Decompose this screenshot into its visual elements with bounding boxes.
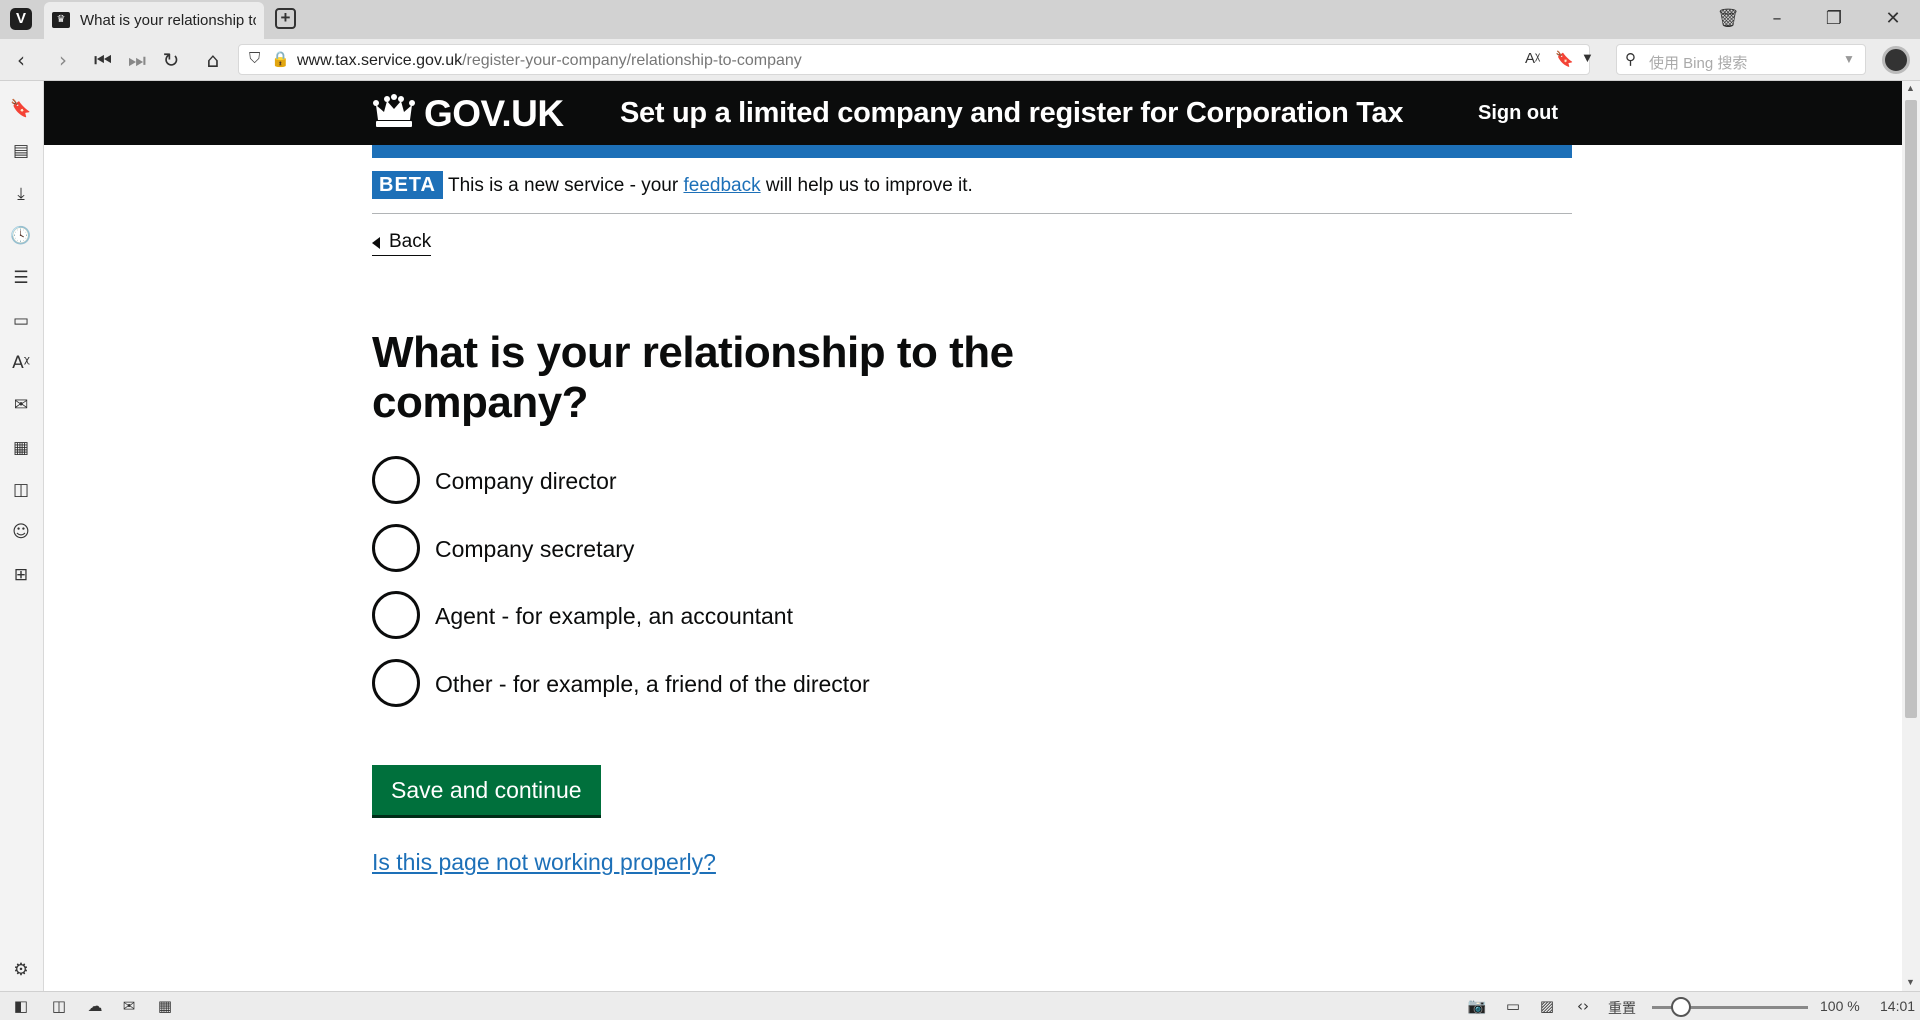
page-title: What is your relationship to the company…	[372, 328, 1014, 427]
capture-camera-icon[interactable]: 📷	[1466, 997, 1488, 1015]
phase-banner-text: This is a new service - your feedback wi…	[448, 175, 973, 196]
bookmarks-panel-icon[interactable]: 🔖	[10, 98, 32, 120]
page-actions-icon[interactable]: ‹›	[1572, 997, 1594, 1015]
scrollbar-thumb[interactable]	[1905, 100, 1917, 718]
active-tab[interactable]: ♛ What is your relationship to	[44, 2, 264, 39]
reload-icon[interactable]: ↻	[158, 47, 184, 73]
radio-label[interactable]: Agent - for example, an accountant	[435, 603, 793, 630]
save-and-continue-button[interactable]: Save and continue	[372, 765, 601, 815]
panel-toggle-icon[interactable]: ◧	[10, 997, 32, 1015]
address-bar[interactable]: ⛉ 🔒 www.tax.service.gov.uk/register-your…	[238, 44, 1594, 75]
beta-tag: BETA	[372, 171, 443, 199]
bookmark-icon[interactable]: 🔖	[1555, 50, 1574, 68]
window-panel-icon[interactable]: ▭	[10, 310, 32, 332]
radio-button[interactable]	[372, 591, 420, 639]
add-web-panel-icon[interactable]: ⊞	[10, 564, 32, 586]
calendar-icon[interactable]: ▦	[10, 437, 32, 459]
mail-icon[interactable]: ✉	[10, 394, 32, 416]
mail-status-icon[interactable]: ✉	[118, 997, 140, 1015]
profile-avatar[interactable]	[1882, 46, 1910, 74]
radio-option-company-secretary[interactable]: Company secretary	[372, 524, 1072, 572]
sync-cloud-icon[interactable]: ☁	[84, 997, 106, 1015]
radio-button[interactable]	[372, 456, 420, 504]
clock: 14:01	[1880, 998, 1916, 1014]
fast-forward-icon[interactable]: ⏭	[124, 47, 150, 73]
radio-label[interactable]: Company secretary	[435, 536, 634, 563]
crown-favicon-icon: ♛	[52, 12, 70, 28]
trash-icon[interactable]: 🗑	[1713, 6, 1743, 32]
translate-panel-icon[interactable]: Aᵡ	[10, 352, 32, 374]
images-icon[interactable]: ▨	[1536, 997, 1558, 1015]
back-link[interactable]: Back	[372, 231, 432, 256]
service-name[interactable]: Set up a limited company and register fo…	[620, 97, 1404, 130]
search-engine-dropdown-icon[interactable]: ▼	[1843, 52, 1855, 66]
url-text[interactable]: www.tax.service.gov.uk/register-your-com…	[297, 52, 802, 70]
page-tiling-icon[interactable]: ▭	[1502, 997, 1524, 1015]
restore-button[interactable]: ❐	[1819, 6, 1849, 32]
feeds-icon[interactable]: ◫	[10, 479, 32, 501]
sign-out-link[interactable]: Sign out	[1478, 102, 1558, 125]
search-placeholder: 使用 Bing 搜索	[1649, 55, 1748, 72]
home-icon[interactable]: ⌂	[200, 47, 226, 73]
radio-label[interactable]: Company director	[435, 468, 617, 495]
contacts-icon[interactable]: ☺	[10, 521, 32, 543]
close-window-button[interactable]: ✕	[1878, 6, 1908, 32]
tab-tiling-icon[interactable]: ◫	[48, 997, 70, 1015]
history-icon[interactable]: 🕓	[10, 225, 32, 247]
forward-arrow-icon[interactable]: ›	[50, 47, 76, 73]
web-page: GOV.UK Set up a limited company and regi…	[44, 81, 1902, 991]
minimize-button[interactable]: –	[1762, 6, 1792, 32]
search-icon: ⚲	[1625, 51, 1636, 68]
reading-list-icon[interactable]: ▤	[10, 140, 32, 162]
radio-label[interactable]: Other - for example, a friend of the dir…	[435, 671, 870, 698]
scroll-down-icon[interactable]: ▼	[1906, 977, 1915, 987]
status-bar: ◧ ◫ ☁ ✉ ▦ 📷 ▭ ▨ ‹› 重置 100 % 14:01	[0, 991, 1920, 1020]
feedback-link[interactable]: feedback	[683, 175, 760, 196]
crown-logo-icon[interactable]	[372, 93, 416, 131]
notes-icon[interactable]: ☰	[10, 267, 32, 289]
downloads-icon[interactable]: ⤓	[10, 183, 32, 205]
navigation-bar: ‹ › ⏮ ⏭ ↻ ⌂ ⛉ 🔒 www.tax.service.gov.uk/r…	[0, 39, 1920, 81]
search-box[interactable]: ⚲ 使用 Bing 搜索 ▼	[1616, 44, 1866, 75]
dropdown-arrow-icon[interactable]: ▼	[1581, 50, 1594, 65]
back-arrow-icon[interactable]: ‹	[8, 47, 34, 73]
scroll-up-icon[interactable]: ▲	[1906, 83, 1915, 93]
radio-option-company-director[interactable]: Company director	[372, 456, 1072, 504]
side-panel: 🔖 ▤ ⤓ 🕓 ☰ ▭ Aᵡ ✉ ▦ ◫ ☺ ⊞ ⚙	[0, 81, 44, 991]
phase-banner: BETA This is a new service - your feedba…	[372, 171, 1572, 214]
shield-icon[interactable]: ⛉	[249, 50, 260, 67]
settings-gear-icon[interactable]: ⚙	[10, 959, 32, 981]
govuk-header: GOV.UK Set up a limited company and regi…	[44, 81, 1902, 145]
lock-icon[interactable]: 🔒	[271, 50, 290, 68]
radio-option-other[interactable]: Other - for example, a friend of the dir…	[372, 659, 1072, 707]
govuk-logo-text[interactable]: GOV.UK	[424, 93, 564, 135]
radio-button[interactable]	[372, 659, 420, 707]
header-accent-bar	[372, 145, 1572, 158]
zoom-slider-handle[interactable]	[1671, 997, 1691, 1017]
radio-option-agent[interactable]: Agent - for example, an accountant	[372, 591, 1072, 639]
tab-title: What is your relationship to	[80, 12, 256, 29]
vivaldi-logo-icon[interactable]: V	[10, 8, 32, 30]
rewind-icon[interactable]: ⏮	[90, 47, 116, 73]
translate-icon[interactable]: Aᵡ	[1525, 50, 1540, 67]
calendar-status-icon[interactable]: ▦	[154, 997, 176, 1015]
zoom-level: 100 %	[1820, 998, 1860, 1014]
zoom-reset-label[interactable]: 重置	[1608, 998, 1636, 1018]
tab-bar: V ♛ What is your relationship to + 🗑 – ❐…	[0, 0, 1920, 39]
radio-button[interactable]	[372, 524, 420, 572]
new-tab-button[interactable]: +	[275, 8, 296, 29]
report-problem-link[interactable]: Is this page not working properly?	[372, 849, 716, 876]
